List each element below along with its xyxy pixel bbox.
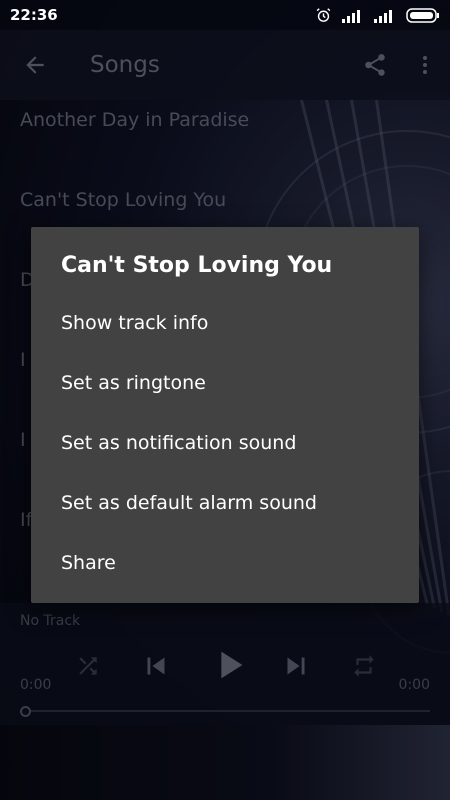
context-menu-dialog: Can't Stop Loving You Show track info Se… [31, 227, 419, 603]
dialog-title: Can't Stop Loving You [61, 253, 333, 278]
menu-item-set-notification-sound[interactable]: Set as notification sound [31, 413, 419, 473]
screen: Another Day in Paradise Can't Stop Lovin… [0, 0, 450, 800]
menu-item-show-track-info[interactable]: Show track info [31, 293, 419, 353]
signal-icon [342, 9, 360, 23]
menu-item-set-alarm-sound[interactable]: Set as default alarm sound [31, 473, 419, 533]
menu-item-set-ringtone[interactable]: Set as ringtone [31, 353, 419, 413]
status-time: 22:36 [10, 6, 58, 24]
signal-icon [374, 9, 392, 23]
battery-icon [406, 7, 439, 23]
dialog-menu: Show track info Set as ringtone Set as n… [31, 293, 419, 593]
status-bar: 22:36 [0, 0, 450, 30]
alarm-icon [316, 7, 331, 22]
menu-item-share[interactable]: Share [31, 533, 419, 593]
